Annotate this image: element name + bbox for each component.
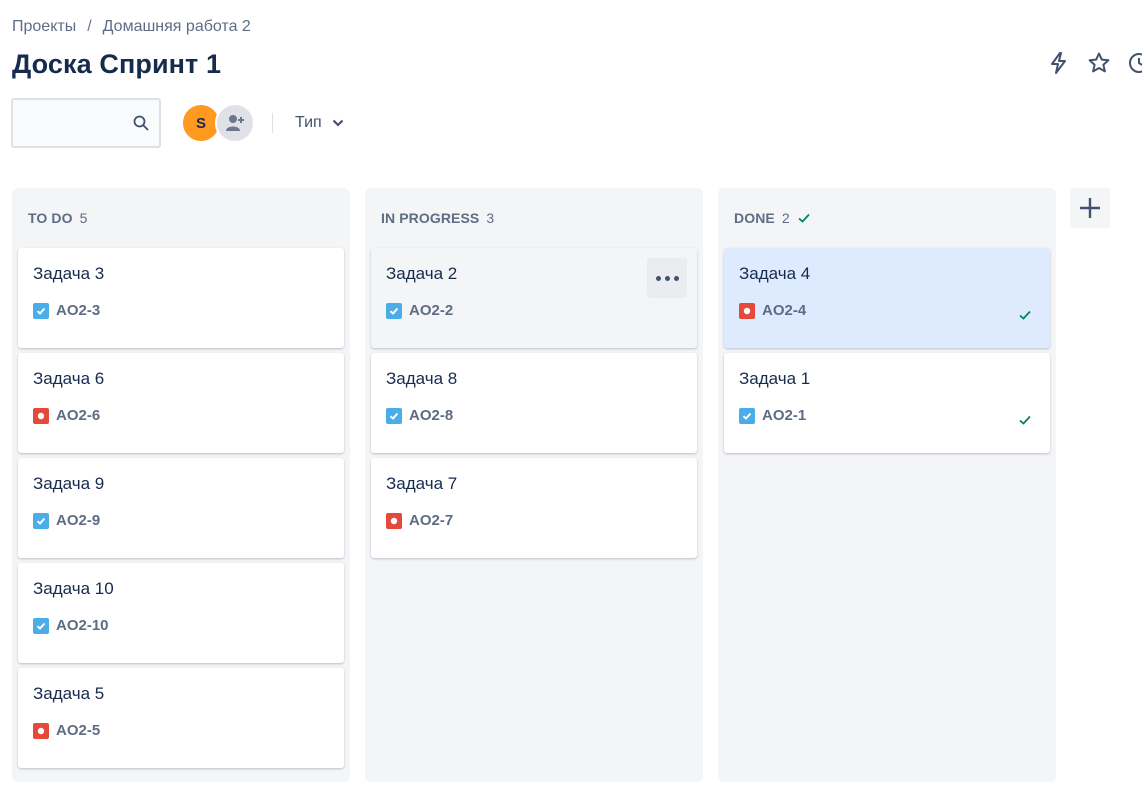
board-toolbar: S Тип (11, 98, 344, 148)
bug-icon (33, 722, 49, 739)
page-title: Доска Спринт 1 (12, 49, 222, 79)
task-icon (386, 302, 402, 319)
bug-icon (386, 512, 402, 529)
plus-icon (1080, 198, 1100, 218)
card-meta: AO2-7 (386, 512, 682, 529)
breadcrumb: Проекты / Домашняя работа 2 (12, 18, 251, 36)
card-key: AO2-4 (762, 302, 807, 319)
card-title: Задача 6 (33, 369, 105, 388)
column-name: DONE (734, 210, 775, 226)
card-key: AO2-1 (762, 407, 807, 424)
card-meta: AO2-10 (33, 617, 329, 634)
card-meta: AO2-9 (33, 512, 329, 529)
card-meta: AO2-5 (33, 722, 329, 739)
board: TO DO 5 Задача 3 AO2-3 Задача 6 AO2-6 За… (12, 188, 1056, 782)
breadcrumb-project-link[interactable]: Домашняя работа 2 (103, 18, 251, 36)
column-todo: TO DO 5 Задача 3 AO2-3 Задача 6 AO2-6 За… (12, 188, 350, 782)
issue-card[interactable]: Задача 3 AO2-3 (18, 248, 344, 348)
card-title: Задача 9 (33, 474, 105, 493)
issue-card[interactable]: Задача 7 AO2-7 (371, 458, 697, 558)
assignee-filter: S (181, 103, 255, 143)
column-count: 3 (486, 210, 495, 226)
automation-icon[interactable] (1046, 50, 1072, 76)
card-title: Задача 7 (386, 474, 458, 493)
issue-card[interactable]: Задача 9 AO2-9 (18, 458, 344, 558)
more-dot (664, 275, 670, 281)
card-meta: AO2-2 (386, 302, 682, 319)
star-icon[interactable] (1086, 50, 1112, 76)
task-icon (33, 617, 49, 634)
column-name: IN PROGRESS (381, 210, 480, 226)
card-title: Задача 1 (739, 369, 811, 388)
task-icon (739, 407, 755, 424)
card-key: AO2-3 (56, 302, 101, 319)
add-people-button[interactable] (215, 103, 255, 143)
card-key: AO2-7 (409, 512, 454, 529)
column-count: 2 (781, 210, 790, 226)
column-header: IN PROGRESS 3 (371, 188, 697, 248)
more-actions-button[interactable] (647, 258, 687, 298)
card-meta: AO2-4 (739, 302, 1035, 319)
column-header: DONE 2 (724, 188, 1050, 248)
column-header: TO DO 5 (18, 188, 344, 248)
issue-card[interactable]: Задача 10 AO2-10 (18, 563, 344, 663)
issue-card[interactable]: Задача 4 AO2-4 (724, 248, 1050, 348)
type-filter-dropdown[interactable]: Тип (295, 114, 344, 132)
type-filter-label: Тип (295, 114, 322, 131)
issue-card[interactable]: Задача 5 AO2-5 (18, 668, 344, 768)
check-icon (1019, 310, 1031, 320)
chevron-down-icon (332, 119, 343, 127)
card-title: Задача 2 (386, 264, 458, 283)
bug-icon (33, 407, 49, 424)
card-title: Задача 10 (33, 579, 114, 598)
issue-card[interactable]: Задача 8 AO2-8 (371, 353, 697, 453)
card-meta: AO2-6 (33, 407, 329, 424)
card-title: Задача 3 (33, 264, 105, 283)
check-icon (1019, 415, 1031, 425)
breadcrumb-separator: / (87, 18, 92, 35)
more-dot (655, 275, 661, 281)
column-count: 5 (79, 210, 88, 226)
add-person-icon (226, 115, 244, 131)
card-title: Задача 5 (33, 684, 105, 703)
search-icon (133, 115, 149, 136)
card-key: AO2-8 (409, 407, 454, 424)
column-done: DONE 2 Задача 4 AO2-4 Задача 1 AO2-1 (718, 188, 1056, 782)
done-check-icon (798, 213, 810, 223)
card-title: Задача 8 (386, 369, 458, 388)
search-field (11, 98, 161, 148)
task-icon (33, 512, 49, 529)
column-name: TO DO (28, 210, 73, 226)
card-meta: AO2-3 (33, 302, 329, 319)
clock-icon[interactable] (1126, 50, 1142, 76)
add-column-button[interactable] (1070, 188, 1110, 228)
header-actions (1046, 50, 1142, 76)
card-meta: AO2-8 (386, 407, 682, 424)
task-icon (386, 407, 402, 424)
bug-icon (739, 302, 755, 319)
breadcrumb-projects-link[interactable]: Проекты (12, 18, 76, 36)
more-dot (673, 275, 679, 281)
toolbar-divider (272, 113, 273, 133)
task-icon (33, 302, 49, 319)
issue-card[interactable]: Задача 1 AO2-1 (724, 353, 1050, 453)
card-key: AO2-5 (56, 722, 101, 739)
card-key: AO2-6 (56, 407, 101, 424)
card-title: Задача 4 (739, 264, 811, 283)
card-key: AO2-9 (56, 512, 101, 529)
card-meta: AO2-1 (739, 407, 1035, 424)
card-key: AO2-2 (409, 302, 454, 319)
issue-card[interactable]: Задача 2 AO2-2 (371, 248, 697, 348)
column-in-progress: IN PROGRESS 3 Задача 2 AO2-2 Задача 8 AO… (365, 188, 703, 782)
card-key: AO2-10 (56, 617, 109, 634)
issue-card[interactable]: Задача 6 AO2-6 (18, 353, 344, 453)
